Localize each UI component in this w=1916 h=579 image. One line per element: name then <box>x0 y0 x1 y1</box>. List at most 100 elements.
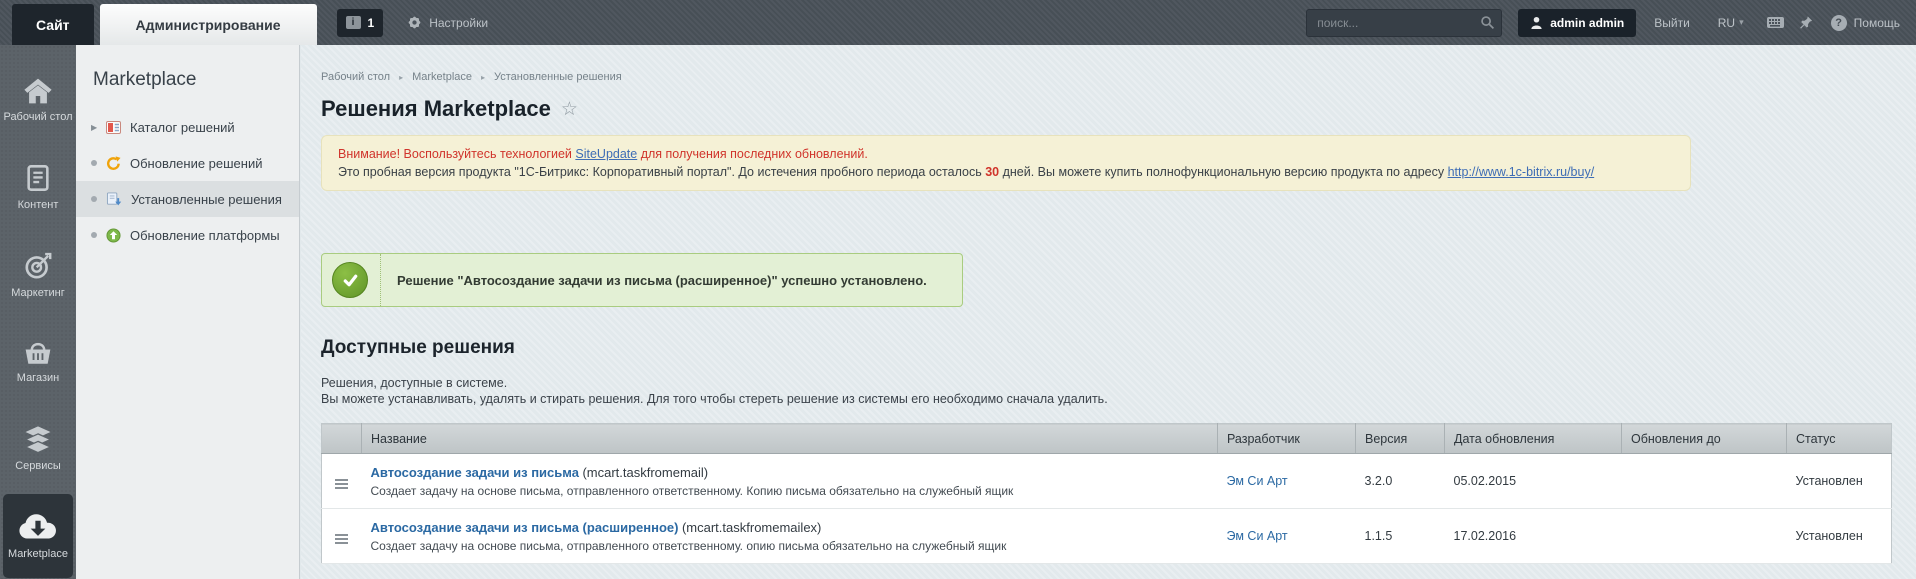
solution-status: Установлен <box>1786 508 1892 564</box>
solution-version: 1.1.5 <box>1355 508 1445 564</box>
keyboard-icon <box>1766 15 1785 30</box>
language-selector[interactable]: RU ▾ <box>1718 16 1744 30</box>
trial-notice-line: Это пробная версия продукта "1С-Битрикс:… <box>338 163 1674 181</box>
notice-text: для получения последних обновлений. <box>637 147 868 161</box>
page-title: Решения Marketplace <box>321 96 551 121</box>
menu-item-platform-update[interactable]: Обновление платформы <box>76 217 299 253</box>
menu-item-solutions-update[interactable]: Обновление решений <box>76 145 299 181</box>
solution-update-date: 05.02.2015 <box>1444 453 1622 509</box>
menu-item-label: Установленные решения <box>131 191 282 207</box>
topbar: Сайт Администрирование i 1 Настройки adm… <box>0 0 1916 45</box>
column-name[interactable]: Название <box>361 423 1218 454</box>
hotkeys-button[interactable] <box>1766 15 1785 30</box>
solution-version: 3.2.0 <box>1355 453 1445 509</box>
language-label: RU <box>1717 15 1736 30</box>
search-icon[interactable] <box>1480 15 1495 35</box>
sidebar-item-desktop[interactable]: Рабочий стол <box>0 57 76 144</box>
trial-notice: Внимание! Воспользуйтесь технологией Sit… <box>321 135 1691 191</box>
sidebar-item-shop[interactable]: Магазин <box>0 318 76 405</box>
solution-status: Установлен <box>1786 453 1892 509</box>
user-button[interactable]: admin admin <box>1518 8 1637 37</box>
developer-link[interactable]: Эм Си Арт <box>1227 529 1288 543</box>
menu-item-installed-solutions[interactable]: Установленные решения <box>76 181 299 217</box>
column-update-date[interactable]: Дата обновления <box>1444 423 1622 454</box>
platform-update-icon <box>106 227 121 243</box>
bullet-icon <box>91 196 97 202</box>
solution-updates-until <box>1621 508 1787 564</box>
siteupdate-link[interactable]: SiteUpdate <box>575 147 637 161</box>
breadcrumb-marketplace[interactable]: Marketplace <box>412 71 472 83</box>
target-icon <box>24 251 53 280</box>
sidebar-item-marketing[interactable]: Маркетинг <box>0 231 76 318</box>
column-developer[interactable]: Разработчик <box>1217 423 1356 454</box>
solution-link[interactable]: Автосоздание задачи из письма (расширенн… <box>371 520 679 535</box>
breadcrumb-separator-icon: ▸ <box>399 72 404 82</box>
settings-button[interactable]: Настройки <box>407 15 488 30</box>
logout-link[interactable]: Выйти <box>1654 16 1690 30</box>
column-status[interactable]: Статус <box>1786 423 1892 454</box>
help-label: Помощь <box>1853 15 1900 30</box>
sidebar-item-marketplace[interactable]: Marketplace <box>3 494 73 578</box>
column-version[interactable]: Версия <box>1355 423 1445 454</box>
notice-text: Это пробная версия продукта "1С-Битрикс:… <box>338 165 986 179</box>
notification-count: 1 <box>367 15 375 30</box>
trial-days-left: 30 <box>985 165 1000 179</box>
search-box <box>1306 8 1503 37</box>
success-message: Решение "Автосоздание задачи из письма (… <box>321 253 963 307</box>
column-updates-until[interactable]: Обновления до <box>1621 423 1787 454</box>
pin-button[interactable] <box>1799 15 1813 30</box>
sidebar-item-services[interactable]: Сервисы <box>0 405 76 492</box>
settings-label: Настройки <box>429 15 489 30</box>
developer-link[interactable]: Эм Си Арт <box>1227 474 1288 488</box>
pin-icon <box>1799 15 1813 30</box>
breadcrumb: Рабочий стол ▸ Marketplace ▸ Установленн… <box>321 71 1916 83</box>
bullet-icon <box>91 232 97 238</box>
layers-icon <box>23 425 53 453</box>
section-description-line2: Вы можете устанавливать, удалять и стира… <box>321 392 1108 406</box>
menu-item-label: Каталог решений <box>130 119 235 135</box>
tab-admin[interactable]: Администрирование <box>99 4 317 45</box>
table-row[interactable]: Автосоздание задачи из письма (mcart.tas… <box>321 453 1892 509</box>
menu-item-solutions-catalog[interactable]: ▶ Каталог решений <box>76 109 299 145</box>
menu-title: Marketplace <box>93 69 197 90</box>
gear-icon <box>407 15 422 30</box>
table-row[interactable]: Автосоздание задачи из письма (расширенн… <box>321 508 1892 564</box>
question-icon: ? <box>1830 14 1847 31</box>
cloud-download-icon <box>17 513 59 541</box>
home-icon <box>23 78 53 104</box>
solution-description: Создает задачу на основе письма, отправл… <box>370 538 1007 553</box>
row-menu-icon[interactable] <box>332 476 351 492</box>
sidebar-item-content[interactable]: Контент <box>0 144 76 231</box>
user-icon <box>1530 16 1543 30</box>
breadcrumb-separator-icon: ▸ <box>481 72 486 82</box>
notifications-button[interactable]: i 1 <box>336 8 384 37</box>
search-input[interactable] <box>1306 8 1503 37</box>
info-monitor-icon: i <box>345 16 361 29</box>
help-link[interactable]: ? Помощь <box>1830 14 1900 31</box>
buy-link[interactable]: http://www.1c-bitrix.ru/buy/ <box>1448 165 1595 179</box>
sidebar-item-label: Маркетинг <box>11 286 65 299</box>
refresh-icon <box>106 155 121 171</box>
expand-arrow-icon: ▶ <box>91 122 98 132</box>
user-label: admin admin <box>1550 15 1625 30</box>
menu-item-label: Обновление решений <box>130 155 263 171</box>
row-menu-icon[interactable] <box>332 531 351 547</box>
breadcrumb-current: Установленные решения <box>494 71 622 83</box>
update-notice-line: Внимание! Воспользуйтесь технологией Sit… <box>338 145 1674 163</box>
solution-link[interactable]: Автосоздание задачи из письма <box>371 465 579 480</box>
sidebar-item-label: Рабочий стол <box>3 111 73 123</box>
column-menu <box>321 423 362 454</box>
section-description-line1: Решения, доступные в системе. <box>321 376 508 390</box>
tab-site[interactable]: Сайт <box>12 4 94 45</box>
solutions-table: Название Разработчик Версия Дата обновле… <box>321 423 1892 564</box>
menu-item-label: Обновление платформы <box>130 227 280 243</box>
installed-solutions-icon <box>106 191 122 207</box>
sidebar-item-label: Сервисы <box>15 459 61 472</box>
breadcrumb-desktop[interactable]: Рабочий стол <box>321 71 390 83</box>
document-icon <box>25 164 51 192</box>
solution-update-date: 17.02.2016 <box>1444 508 1622 564</box>
solution-updates-until <box>1621 453 1787 509</box>
main-content: Рабочий стол ▸ Marketplace ▸ Установленн… <box>301 45 1916 579</box>
favorite-star-icon[interactable]: ☆ <box>561 98 578 121</box>
